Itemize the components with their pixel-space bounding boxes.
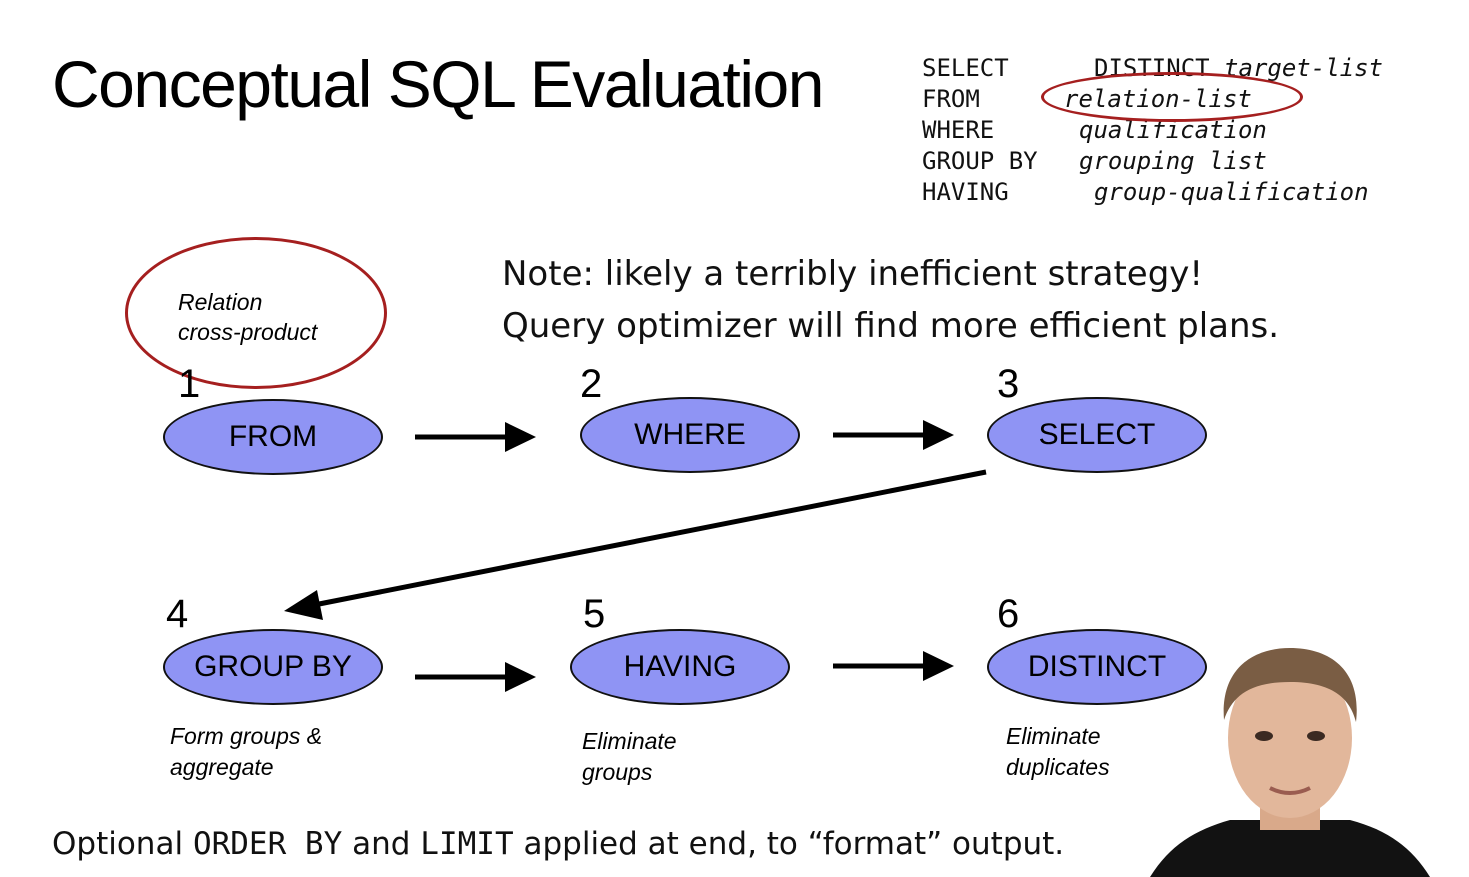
step-number-2: 2 <box>580 362 603 406</box>
arrowhead-having-distinct <box>923 651 954 681</box>
caption-having-line-1: Eliminate <box>582 728 677 754</box>
arrowhead-select-groupby <box>284 590 323 620</box>
arrowhead-from-where <box>505 422 536 452</box>
step-number-1: 1 <box>178 362 201 406</box>
step-number-4: 4 <box>166 592 189 636</box>
presenter-video-thumbnail <box>1150 648 1430 877</box>
caption-groupby-line-2: aggregate <box>170 754 274 780</box>
step-node-from: FROM <box>163 399 383 475</box>
arrowhead-where-select <box>923 420 954 450</box>
step-number-3: 3 <box>997 362 1020 406</box>
step-node-having: HAVING <box>570 629 790 705</box>
caption-distinct-line-1: Eliminate <box>1006 723 1101 749</box>
caption-groupby-line-1: Form groups & <box>170 723 323 749</box>
step-node-where: WHERE <box>580 397 800 473</box>
step-node-select: SELECT <box>987 397 1207 473</box>
step-node-groupby: GROUP BY <box>163 629 383 705</box>
caption-having-line-2: groups <box>582 759 653 785</box>
caption-distinct-line-2: duplicates <box>1006 754 1110 780</box>
step-number-5: 5 <box>583 592 606 636</box>
step-number-6: 6 <box>997 592 1020 636</box>
arrowhead-groupby-having <box>505 662 536 692</box>
footer-note: Optional ORDER BY and LIMIT applied at e… <box>52 826 1065 862</box>
arrow-select-groupby <box>313 469 987 608</box>
